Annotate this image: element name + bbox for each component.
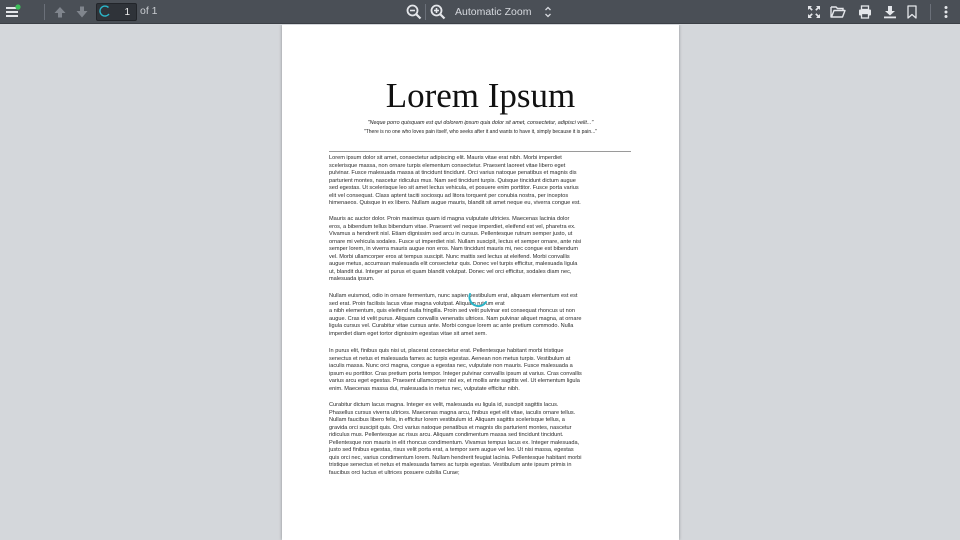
document-subquote: "There is no one who loves pain itself, … [363,129,598,135]
pdf-page: Lorem Ipsum "Neque porro quisquam est qu… [282,25,679,540]
toolbar-separator [44,4,45,20]
zoom-select[interactable]: Automatic Zoom [452,0,558,24]
bookmark-icon[interactable] [905,0,919,24]
arrow-down-icon[interactable] [74,0,90,24]
toolbar-separator [425,4,426,20]
page-count: of 1 [140,5,158,17]
document-title: Lorem Ipsum [385,76,576,115]
document-viewer[interactable]: Lorem Ipsum "Neque porro quisquam est qu… [0,25,960,540]
page-loading-spinner-icon [99,5,110,17]
paragraph: Mauris ac auctor dolor. Proin maximus qu… [329,216,582,283]
more-vertical-icon[interactable] [940,0,952,24]
zoom-select-value: Automatic Zoom [455,6,532,18]
arrow-up-icon[interactable] [52,0,68,24]
folder-open-icon[interactable] [830,0,846,24]
sidebar-toggle-icon[interactable] [3,0,23,24]
document-quote: "Neque porro quisquam est qui dolorem ip… [367,120,594,126]
paragraph: In purus elit, finibus quis nisi ut, pla… [329,348,582,392]
toolbar-separator [930,4,931,20]
toolbar: of 1 Automatic Zoom [0,0,960,24]
zoom-out-icon[interactable] [406,0,422,24]
horizontal-rule [329,151,631,152]
chevron-up-down-icon [545,6,551,18]
zoom-in-icon[interactable] [430,0,446,24]
fullscreen-icon[interactable] [806,0,822,24]
printer-icon[interactable] [857,0,873,24]
paragraph: Curabitur dictum lacus magna. Integer ex… [329,402,582,476]
loading-spinner-icon [468,293,487,308]
paragraph: Lorem ipsum dolor sit amet, consectetur … [329,155,581,207]
download-icon[interactable] [882,0,898,24]
